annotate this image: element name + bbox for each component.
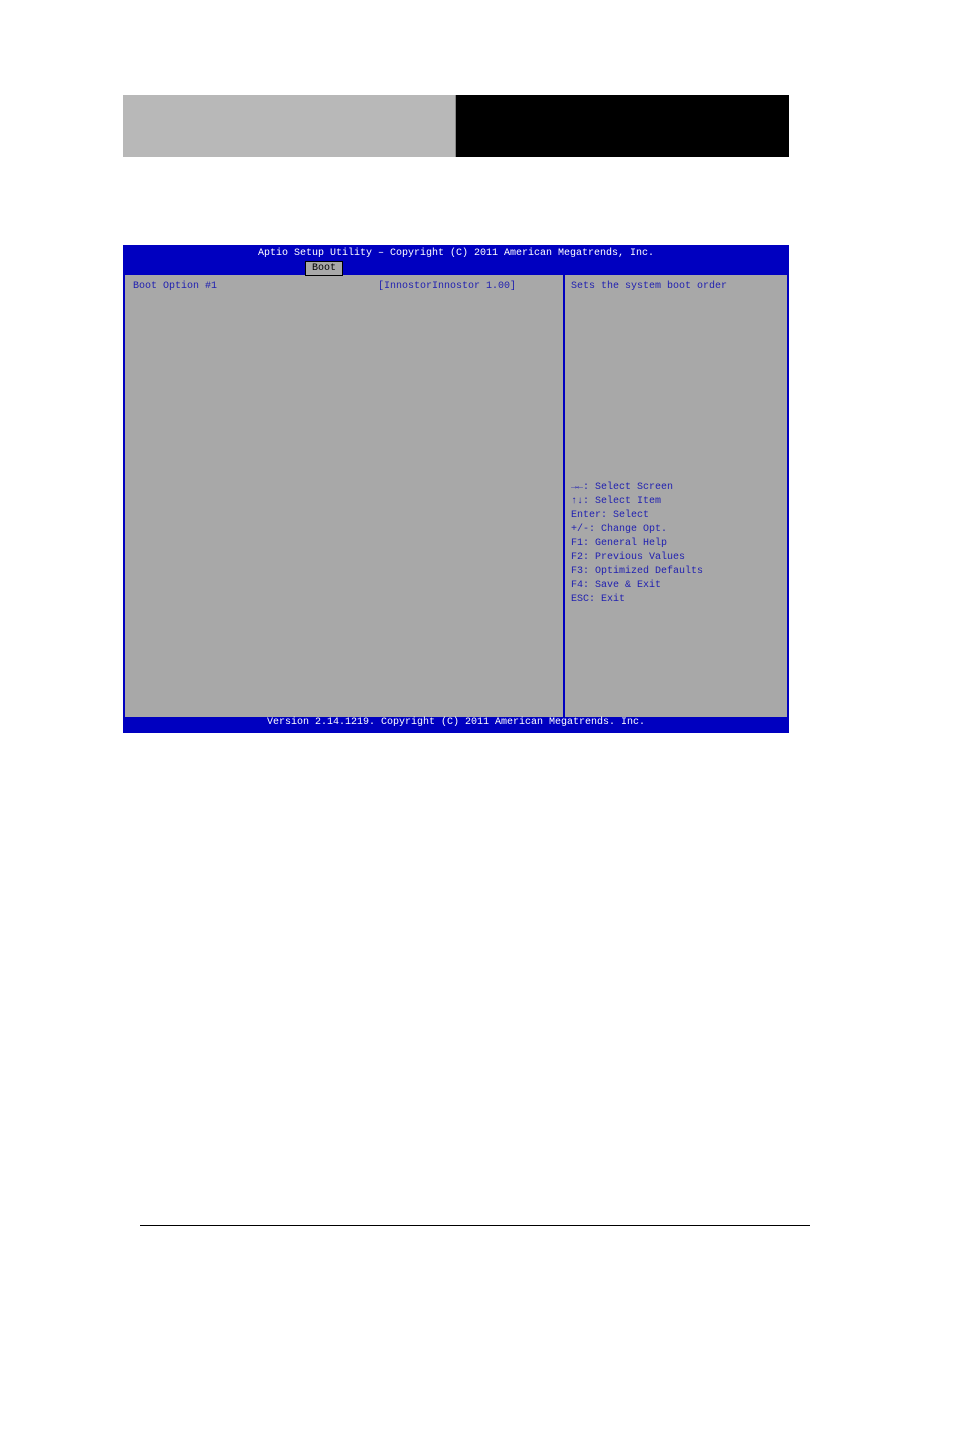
page-header-left: [123, 95, 456, 157]
bios-tab-bar: Boot: [125, 261, 787, 275]
page-header-bar: [123, 95, 789, 157]
keyhelp-change-opt: +/-: Change Opt.: [571, 523, 781, 537]
bios-title-text: Aptio Setup Utility – Copyright (C) 2011…: [258, 248, 654, 259]
bios-key-help: →←: Select Screen ↑↓: Select Item Enter:…: [571, 481, 781, 711]
keyhelp-select-item: ↑↓: Select Item: [571, 495, 781, 509]
bios-help-description: Sets the system boot order: [571, 281, 781, 292]
bios-footer-text: Version 2.14.1219. Copyright (C) 2011 Am…: [267, 717, 645, 728]
keyhelp-general-help: F1: General Help: [571, 537, 781, 551]
bios-window: Aptio Setup Utility – Copyright (C) 2011…: [123, 245, 789, 733]
boot-option-1-value[interactable]: [InnostorInnostor 1.00]: [378, 281, 516, 292]
bios-body: Boot Option #1 [InnostorInnostor 1.00] S…: [125, 275, 787, 717]
bios-main-panel: Boot Option #1 [InnostorInnostor 1.00]: [125, 275, 565, 717]
bios-footer-bar: Version 2.14.1219. Copyright (C) 2011 Am…: [125, 717, 787, 731]
bios-side-panel: Sets the system boot order →←: Select Sc…: [565, 275, 787, 717]
keyhelp-esc-exit: ESC: Exit: [571, 593, 781, 607]
keyhelp-prev-values: F2: Previous Values: [571, 551, 781, 565]
bios-help-description-area: Sets the system boot order: [571, 281, 781, 481]
page-header-right: [456, 95, 789, 157]
keyhelp-enter: Enter: Select: [571, 509, 781, 523]
boot-option-1-label: Boot Option #1: [133, 281, 378, 292]
boot-option-1-row[interactable]: Boot Option #1 [InnostorInnostor 1.00]: [133, 281, 555, 292]
keyhelp-select-screen: →←: Select Screen: [571, 481, 781, 495]
page-footer-rule: [140, 1225, 810, 1226]
tab-boot[interactable]: Boot: [305, 261, 343, 276]
keyhelp-save-exit: F4: Save & Exit: [571, 579, 781, 593]
bios-title-bar: Aptio Setup Utility – Copyright (C) 2011…: [125, 247, 787, 261]
keyhelp-opt-defaults: F3: Optimized Defaults: [571, 565, 781, 579]
